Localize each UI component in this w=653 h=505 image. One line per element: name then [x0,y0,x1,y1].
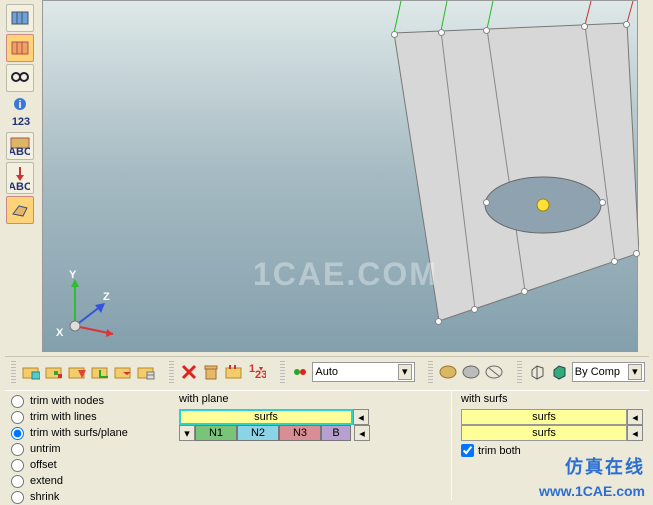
cube-wire-button[interactable] [527,361,546,383]
footer-url: www.1CAE.com [539,483,645,499]
node-pt [611,258,618,265]
node-pt [483,27,490,34]
surfs-selector-2[interactable]: surfs [461,425,627,441]
chevron-down-icon[interactable]: ▾ [398,364,412,380]
display-style1-button[interactable] [6,4,34,32]
plane-surfs-selector[interactable]: surfs [179,409,353,425]
folder-multi-button[interactable] [44,361,64,383]
surfs-label: surfs [532,427,556,439]
panel-divider [451,391,452,500]
surfs-label: surfs [532,411,556,423]
svg-text:23: 23 [255,369,266,380]
footer-cn: 仿真在线 [565,453,645,479]
chevron-down-icon[interactable]: ▾ [628,364,642,380]
with-surfs-group: with surfs surfs ◂ surfs ◂ trim both [461,393,647,457]
plane-switch-button[interactable]: ▾ [179,425,195,441]
opt-extend[interactable] [11,475,24,488]
node-pt [471,306,478,313]
opt-trim-nodes[interactable] [11,395,24,408]
left-toolbar: i 123 ABC ABC [6,4,36,224]
trim-both-checkbox[interactable] [461,444,474,457]
delete-button[interactable] [179,361,198,383]
node-n3[interactable]: N3 [279,425,321,441]
main-toolbar: 123 Auto ▾ By Comp ▾ [5,356,649,386]
node-pt [521,288,528,295]
auto-label: Auto [315,366,393,378]
shade-gold-button[interactable] [438,361,458,383]
axis-x-label: X [56,327,63,339]
arrow-abc-button[interactable]: ABC [6,162,34,194]
node-pt [435,318,442,325]
label: trim with surfs/plane [30,427,128,439]
surface-tool-button[interactable] [6,196,34,224]
label: trim with lines [30,411,97,423]
node-n1[interactable]: N1 [195,425,237,441]
opt-trim-lines[interactable] [11,411,24,424]
shade-gray-button[interactable] [461,361,481,383]
model-geometry [43,1,639,353]
bycomp-label: By Comp [575,366,624,378]
svg-text:i: i [18,99,21,111]
bycomp-combo[interactable]: By Comp ▾ [572,362,645,382]
grip[interactable] [280,361,285,383]
label: offset [30,459,57,471]
numbers-button[interactable]: 123 [6,116,36,130]
folder-red-button[interactable] [67,361,87,383]
reset-selection-button[interactable]: ◂ [353,409,369,425]
watermark: 1CAE.COM [253,256,438,293]
axes-triad: X Y Z [53,271,123,341]
folder-green-button[interactable] [90,361,110,383]
opt-trim-surfs-plane[interactable] [11,427,24,440]
with-plane-header: with plane [179,393,419,409]
node-n2[interactable]: N2 [237,425,279,441]
opt-offset[interactable] [11,459,24,472]
trim-mode-radios: trim with nodes trim with lines trim wit… [11,393,171,505]
organize-button[interactable] [224,361,244,383]
surfs-selector-1[interactable]: surfs [461,409,627,425]
axis-y-label: Y [69,269,76,281]
opt-untrim[interactable] [11,443,24,456]
node-pt [623,21,630,28]
node-pt [483,199,490,206]
node-pt [391,31,398,38]
grip[interactable] [11,361,16,383]
label: extend [30,475,63,487]
grip[interactable] [169,361,174,383]
grip[interactable] [428,361,433,383]
find-button[interactable] [6,64,34,92]
node-b[interactable]: B [321,425,351,441]
display-style2-button[interactable] [6,34,34,62]
label: trim with nodes [30,395,104,407]
node-pt [599,199,606,206]
info-button[interactable]: i [6,94,34,114]
folder-down-button[interactable] [113,361,133,383]
label: shrink [30,491,59,503]
svg-text:ABC: ABC [10,181,30,191]
trim-both-label: trim both [478,445,521,457]
shade-wire-button[interactable] [484,361,504,383]
axis-z-label: Z [103,291,110,303]
with-surfs-header: with surfs [461,393,647,409]
renumber-button[interactable]: 123 [247,361,267,383]
auto-color-combo[interactable]: Auto ▾ [312,362,414,382]
color-marker-button[interactable] [290,361,309,383]
trash-button[interactable] [202,361,221,383]
label: untrim [30,443,61,455]
surfs-label: surfs [254,411,278,423]
with-plane-group: with plane surfs ◂ ▾ N1 N2 N3 B ◂ [179,393,419,441]
node-pt [581,23,588,30]
reset-surfs1-button[interactable]: ◂ [627,409,643,425]
viewport-3d[interactable]: 1CAE.COM X Y Z [42,0,638,352]
folder-cyan-button[interactable] [21,361,41,383]
cube-solid-button[interactable] [550,361,569,383]
grid-abc-button[interactable]: ABC [6,132,34,160]
reset-nodes-button[interactable]: ◂ [354,425,370,441]
folder-grid-button[interactable] [136,361,156,383]
grip[interactable] [517,361,522,383]
svg-text:ABC: ABC [10,146,30,155]
node-pt [438,29,445,36]
node-pt [633,250,640,257]
opt-shrink[interactable] [11,491,24,504]
reset-surfs2-button[interactable]: ◂ [627,425,643,441]
